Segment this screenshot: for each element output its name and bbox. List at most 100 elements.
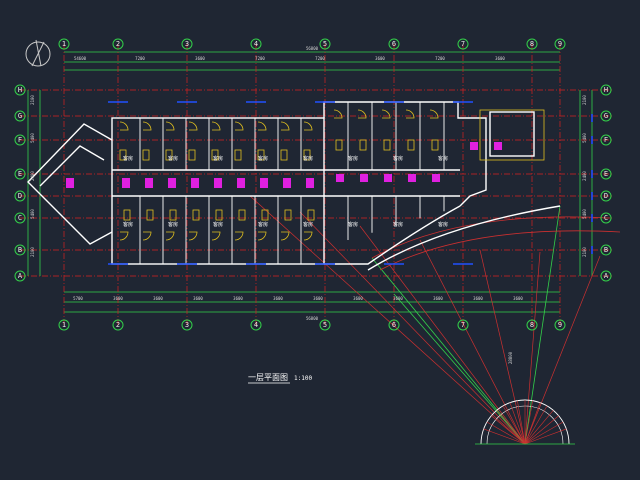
axis-bubble-label: 6 [392,40,396,48]
dim-bottom-4: 3600 [233,296,243,301]
room-label-11: 客房 [258,221,268,228]
bathroom-fixture [66,178,74,188]
axis-bubble-label: H [604,86,608,94]
axis-bubble-label: E [604,170,608,178]
dim-right-1: 5400 [582,133,587,143]
dim-left-0: 2100 [30,95,35,105]
dim-right-4: 2100 [582,247,587,257]
room-label-5: 客房 [348,155,358,162]
axis-bubble-label: 4 [254,40,258,48]
dim-bottom-10: 3600 [473,296,483,301]
axis-bubble-label: C [604,214,608,222]
axis-bubble-label: G [18,112,22,120]
room-label-15: 客房 [438,221,448,228]
bathroom-fixture [168,178,176,188]
axis-bubble-label: 7 [461,40,465,48]
dim-right-3: 5400 [582,209,587,219]
room-label-7: 客房 [438,155,448,162]
dim-left-4: 2100 [30,247,35,257]
dim-bottom-5: 3600 [273,296,283,301]
dim-left-2: 2400 [30,171,35,181]
drawing-title: 一层平面图 [248,373,288,382]
room-label-6: 客房 [393,155,403,162]
room-label-0: 客房 [123,155,133,162]
axis-bubble-label: 9 [558,40,562,48]
bathroom-fixture [191,178,199,188]
room-label-1: 客房 [168,155,178,162]
dim-bottom-2: 3600 [153,296,163,301]
axis-bubble-label: 1 [62,40,66,48]
room-label-2: 客房 [213,155,223,162]
dim-bottom-9: 3600 [433,296,443,301]
axis-bubble-label: D [18,192,22,200]
bathroom-fixture [432,174,440,182]
axis-bubble-label: F [18,136,22,144]
axis-bubble-label: 9 [558,321,562,329]
bathroom-fixture [214,178,222,188]
room-label-10: 客房 [213,221,223,228]
room-label-9: 客房 [168,221,178,228]
bathroom-fixture [260,178,268,188]
axis-bubble-label: 3 [185,40,189,48]
dim-right-0: 2100 [582,95,587,105]
dim-top-7: 3600 [495,56,505,61]
axis-bubble-label: 5 [323,40,327,48]
axis-bubble-label: B [604,246,608,254]
room-label-4: 客房 [303,155,313,162]
axis-bubble-label: 2 [116,321,120,329]
dim-right-2: 2400 [582,171,587,181]
drawing-scale: 1:100 [294,375,312,382]
room-label-3: 客房 [258,155,268,162]
axis-bubble-label: 6 [392,321,396,329]
axis-bubble-label: 1 [62,321,66,329]
dim-top-6: 7200 [435,56,445,61]
axis-bubble-label: 4 [254,321,258,329]
floor-plan-drawing: 112233445566778899H HG GF FE ED DC CB BA A 56800… [0,0,640,480]
bathroom-fixture [470,142,478,150]
bathroom-fixture [408,174,416,182]
bathroom-fixture [237,178,245,188]
axis-bubble-label: C [18,214,22,222]
room-label-12: 客房 [303,221,313,228]
dim-bottom-0: 5700 [73,296,83,301]
dim-top-3: 7200 [255,56,265,61]
axis-bubble-label: 8 [530,321,534,329]
dim-bottom-8: 3600 [393,296,403,301]
axis-bubble-label: H [18,86,22,94]
dim-bottom-1: 3600 [113,296,123,301]
axis-bubble-label: 2 [116,40,120,48]
dim-bottom-7: 3600 [353,296,363,301]
dim-bottom-6: 3600 [313,296,323,301]
drawing-title-block: 一层平面图 1:100 [248,373,312,384]
dim-left-1: 5400 [30,133,35,143]
dim-bottom-11: 3600 [513,296,523,301]
axis-bubble-label: 3 [185,321,189,329]
dim-radius: 28800 [508,351,513,364]
axis-bubble-label: G [604,112,608,120]
dim-top-0: 54600 [74,56,87,61]
dim-top-5: 3600 [375,56,385,61]
axis-bubble-label: B [18,246,22,254]
dim-top-1: 7200 [135,56,145,61]
axis-bubble-label: 7 [461,321,465,329]
dim-bottom-3: 3600 [193,296,203,301]
bathroom-fixture [494,142,502,150]
dim-left-3: 5400 [30,209,35,219]
room-label-8: 客房 [123,221,133,228]
room-label-13: 客房 [348,221,358,228]
bathroom-fixture [306,178,314,188]
axis-bubble-label: F [604,136,608,144]
axis-bubble-label: E [18,170,22,178]
bathroom-fixture [145,178,153,188]
room-label-14: 客房 [393,221,403,228]
bathroom-fixture [122,178,130,188]
axis-bubble-label: 8 [530,40,534,48]
dim-top-4: 7200 [315,56,325,61]
bathroom-fixture [283,178,291,188]
dim-overall-top: 56800 [306,46,319,51]
bathroom-fixture [360,174,368,182]
axis-bubble-label: 5 [323,321,327,329]
bathroom-fixture [336,174,344,182]
dim-overall-bottom: 56800 [306,316,319,321]
bathroom-fixture [384,174,392,182]
